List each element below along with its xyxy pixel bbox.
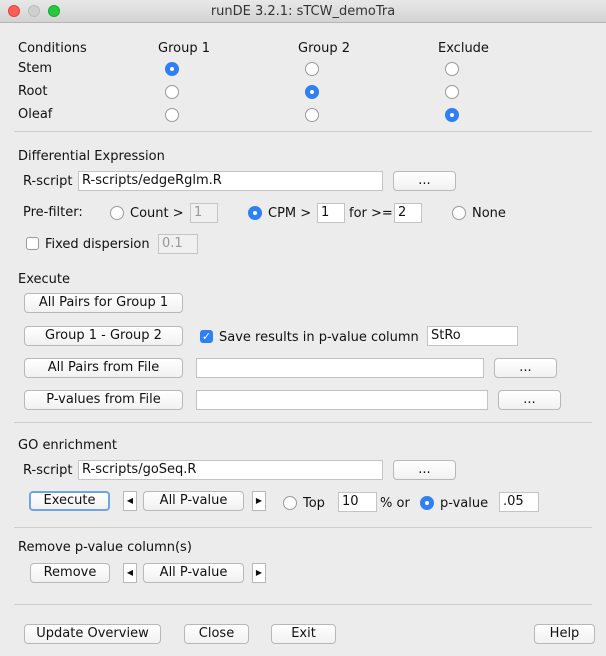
pvalue-threshold-radio[interactable] (420, 496, 434, 510)
update-overview-button[interactable]: Update Overview (24, 624, 161, 644)
pvalues-file-field[interactable] (196, 390, 488, 410)
all-pairs-group1-button[interactable]: All Pairs for Group 1 (24, 293, 183, 313)
de-rscript-label: R-script (23, 174, 73, 189)
none-filter-label: None (472, 206, 506, 221)
divider (14, 527, 592, 528)
conditions-header: Conditions (18, 41, 87, 56)
go-pvalue-select[interactable]: All P-value (143, 491, 244, 511)
go-rscript-label: R-script (23, 463, 73, 478)
remove-button[interactable]: Remove (30, 563, 110, 583)
remove-section-header: Remove p-value column(s) (18, 540, 192, 555)
stem-exclude-radio[interactable] (445, 62, 459, 76)
count-filter-label: Count > (130, 206, 184, 221)
top-percent-field[interactable]: 10 (338, 492, 377, 512)
remove-pvalue-next-icon[interactable]: ▶ (252, 563, 266, 583)
go-pvalue-next-icon[interactable]: ▶ (252, 491, 266, 511)
save-results-checkbox[interactable]: ✓ (200, 330, 213, 343)
none-filter-radio[interactable] (452, 206, 466, 220)
pvalue-threshold-label: p-value (440, 496, 489, 511)
exclude-column-header: Exclude (438, 41, 489, 56)
pvalues-file-browse-button[interactable]: ... (498, 390, 561, 410)
pvalues-from-file-button[interactable]: P-values from File (24, 390, 183, 410)
de-section-header: Differential Expression (18, 149, 165, 164)
all-pairs-file-field[interactable] (196, 358, 484, 378)
exit-button[interactable]: Exit (271, 624, 336, 644)
execute-section-header: Execute (18, 272, 70, 287)
go-rscript-browse-button[interactable]: ... (393, 460, 456, 480)
cpm-filter-radio[interactable] (248, 206, 262, 220)
oleaf-group2-radio[interactable] (305, 108, 319, 122)
count-filter-field[interactable]: 1 (190, 203, 218, 223)
root-exclude-radio[interactable] (445, 85, 459, 99)
save-results-label: Save results in p-value column (219, 330, 419, 345)
window-title: runDE 3.2.1: sTCW_demoTra (210, 4, 396, 19)
condition-label-root: Root (18, 84, 48, 99)
de-rscript-field[interactable]: R-scripts/edgeRglm.R (78, 171, 383, 191)
group2-column-header: Group 2 (298, 41, 350, 56)
divider (14, 604, 592, 605)
fixed-dispersion-field[interactable]: 0.1 (158, 234, 198, 254)
top-label: Top (303, 496, 325, 511)
fixed-dispersion-checkbox[interactable] (26, 237, 39, 250)
close-button[interactable]: Close (184, 624, 249, 644)
root-group2-radio[interactable] (305, 85, 319, 99)
go-execute-button[interactable]: Execute (29, 491, 110, 511)
count-filter-radio[interactable] (110, 206, 124, 220)
group1-group2-button[interactable]: Group 1 - Group 2 (24, 326, 183, 346)
root-group1-radio[interactable] (165, 85, 179, 99)
fixed-dispersion-label: Fixed dispersion (45, 237, 150, 252)
go-rscript-field[interactable]: R-scripts/goSeq.R (78, 460, 383, 480)
for-gte-label: for >= (349, 206, 393, 221)
group1-column-header: Group 1 (158, 41, 210, 56)
oleaf-exclude-radio[interactable] (445, 108, 459, 122)
stem-group2-radio[interactable] (305, 62, 319, 76)
remove-pvalue-select[interactable]: All P-value (143, 563, 244, 583)
condition-label-stem: Stem (18, 61, 53, 76)
divider (14, 131, 592, 132)
percent-or-label: % or (380, 496, 410, 511)
stem-group1-radio[interactable] (165, 62, 179, 76)
help-button[interactable]: Help (534, 624, 595, 644)
cpm-filter-field[interactable]: 1 (317, 203, 345, 223)
all-pairs-file-browse-button[interactable]: ... (494, 358, 557, 378)
condition-label-oleaf: Oleaf (18, 107, 53, 122)
de-rscript-browse-button[interactable]: ... (393, 171, 456, 191)
oleaf-group1-radio[interactable] (165, 108, 179, 122)
cpm-filter-label: CPM > (268, 206, 312, 221)
prefilter-label: Pre-filter: (23, 205, 83, 220)
top-percent-radio[interactable] (283, 496, 297, 510)
pvalue-threshold-field[interactable]: .05 (499, 492, 539, 512)
go-pvalue-prev-icon[interactable]: ◀ (123, 491, 137, 511)
go-section-header: GO enrichment (18, 438, 118, 453)
pvalue-column-field[interactable]: StRo (427, 326, 518, 346)
divider (14, 422, 592, 423)
all-pairs-from-file-button[interactable]: All Pairs from File (24, 358, 183, 378)
remove-pvalue-prev-icon[interactable]: ◀ (123, 563, 137, 583)
for-gte-field[interactable]: 2 (394, 203, 422, 223)
